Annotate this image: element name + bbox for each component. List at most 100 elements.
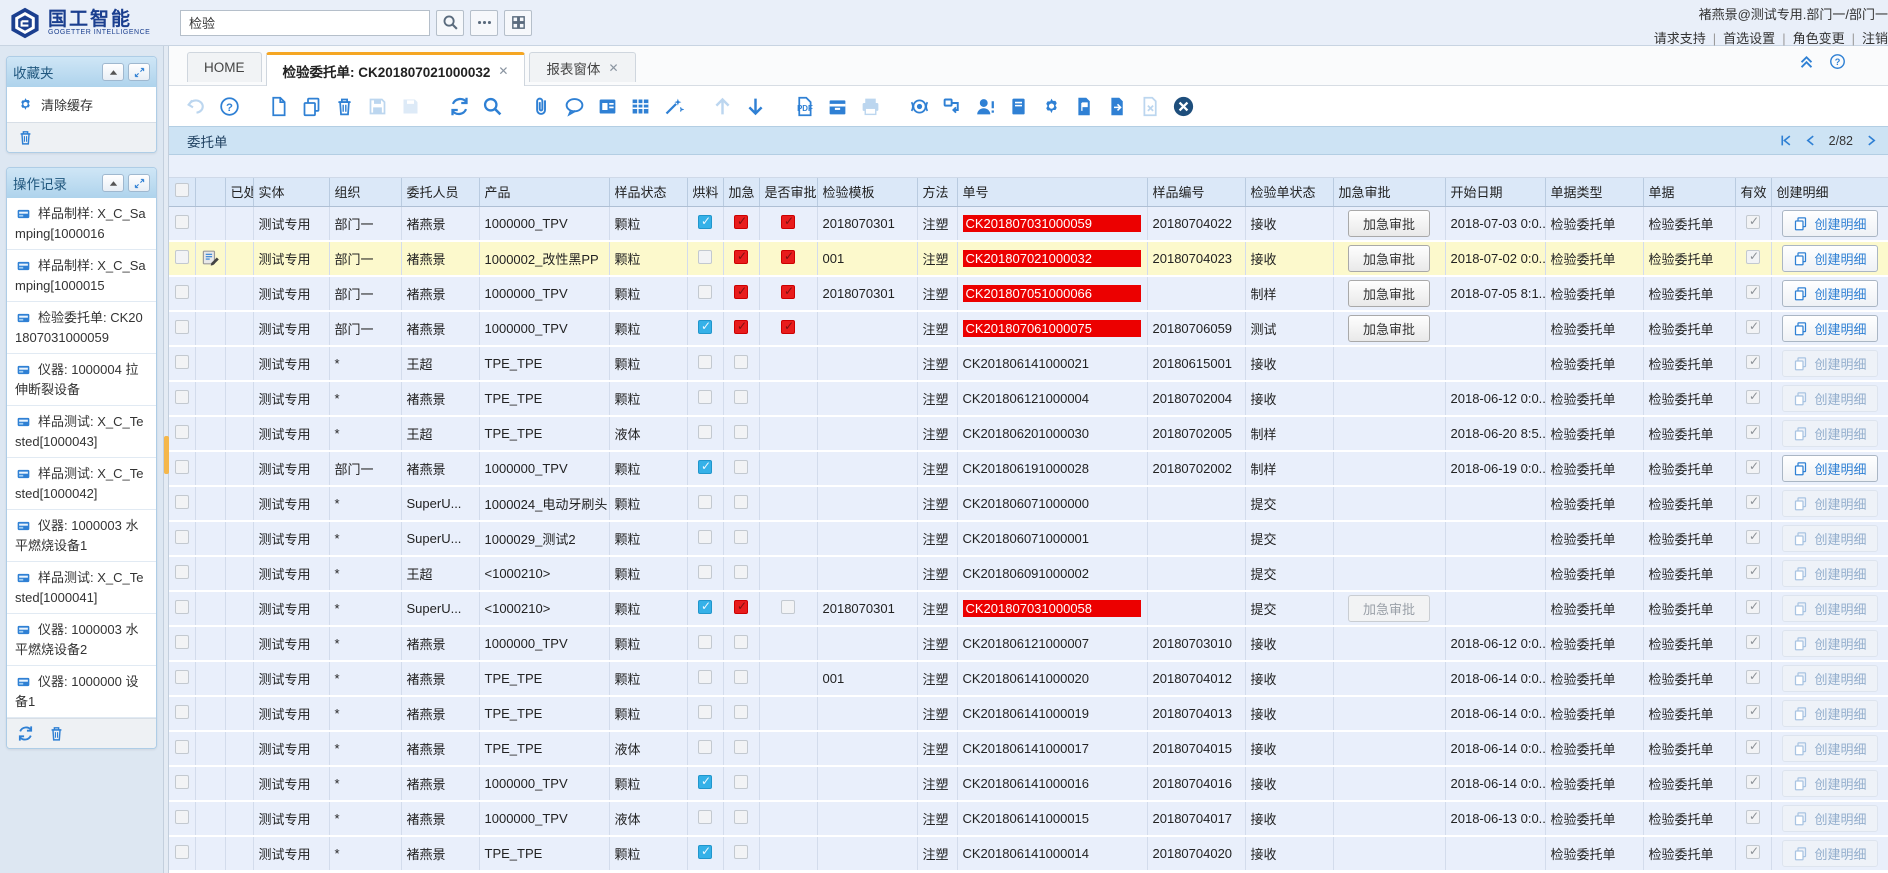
table-row[interactable]: 测试专用*SuperU...<1000210>颗粒2018070301注塑CK2… — [169, 591, 1888, 626]
history-expand-button[interactable] — [128, 174, 150, 192]
tab-inspection-order[interactable]: 检验委托单: CK201807021000032✕ — [266, 52, 526, 86]
column-header[interactable]: 是否审批 — [759, 178, 817, 206]
cell-checkbox[interactable] — [734, 320, 748, 334]
edit-document-icon[interactable] — [201, 255, 220, 270]
cell-checkbox[interactable] — [781, 250, 795, 264]
row-checkbox[interactable] — [175, 390, 189, 404]
column-header[interactable]: 加急 — [723, 178, 759, 206]
cell-checkbox[interactable] — [734, 285, 748, 299]
row-checkbox[interactable] — [175, 320, 189, 334]
doc-export-icon[interactable] — [1104, 93, 1130, 119]
row-checkbox[interactable] — [175, 530, 189, 544]
help-icon[interactable] — [1829, 53, 1846, 70]
row-checkbox[interactable] — [175, 740, 189, 754]
preferences-link[interactable]: 首选设置 — [1723, 31, 1775, 46]
valid-checkbox[interactable] — [1746, 705, 1760, 719]
tab-close-icon[interactable]: ✕ — [498, 64, 508, 78]
create-detail-button[interactable]: 创建明细 — [1782, 665, 1877, 692]
next-page-icon[interactable] — [1865, 134, 1878, 147]
create-detail-button[interactable]: 创建明细 — [1782, 805, 1877, 832]
search-button[interactable] — [436, 10, 464, 36]
create-detail-button[interactable]: 创建明细 — [1782, 595, 1877, 622]
create-detail-button[interactable]: 创建明细 — [1782, 350, 1877, 377]
create-detail-button[interactable]: 创建明细 — [1782, 280, 1877, 307]
create-detail-button[interactable]: 创建明细 — [1782, 525, 1877, 552]
card-view-icon[interactable] — [594, 93, 620, 119]
urgent-approve-button[interactable]: 加急审批 — [1348, 245, 1430, 272]
cell-checkbox[interactable] — [698, 215, 712, 229]
create-detail-button[interactable]: 创建明细 — [1782, 245, 1877, 272]
history-item[interactable]: 仪器: 1000003 水平燃烧设备2 — [7, 614, 156, 666]
delete-icon[interactable] — [331, 93, 357, 119]
cell-checkbox[interactable] — [698, 845, 712, 859]
cell-checkbox[interactable] — [781, 320, 795, 334]
more-options-button[interactable] — [470, 10, 498, 36]
row-checkbox[interactable] — [175, 600, 189, 614]
history-item[interactable]: 仪器: 1000004 拉伸断裂设备 — [7, 354, 156, 406]
cell-checkbox[interactable] — [698, 390, 712, 404]
table-row[interactable]: 测试专用*王超TPE_TPE颗粒注塑CK20180614100002120180… — [169, 346, 1888, 381]
doc-flag-icon[interactable] — [1071, 93, 1097, 119]
tab-close-icon[interactable]: ✕ — [608, 61, 618, 75]
table-row[interactable]: 测试专用*褚燕景TPE_TPE颗粒注塑CK2018061410000192018… — [169, 696, 1888, 731]
ledger-icon[interactable] — [1005, 93, 1031, 119]
logout-link[interactable]: 注销 — [1862, 31, 1888, 46]
row-checkbox[interactable] — [175, 670, 189, 684]
cell-checkbox[interactable] — [734, 845, 748, 859]
grid-view-icon[interactable] — [627, 93, 653, 119]
valid-checkbox[interactable] — [1746, 215, 1760, 229]
row-checkbox[interactable] — [175, 495, 189, 509]
cell-checkbox[interactable] — [734, 530, 748, 544]
row-checkbox[interactable] — [175, 775, 189, 789]
column-header[interactable]: 已处 — [225, 178, 253, 206]
workflow-icon[interactable] — [939, 93, 965, 119]
history-item[interactable]: 样品测试: X_C_Tested[1000041] — [7, 562, 156, 614]
clipped-edge-icon[interactable] — [1860, 52, 1874, 70]
cell-checkbox[interactable] — [734, 250, 748, 264]
favorites-expand-button[interactable] — [128, 63, 150, 81]
table-row[interactable]: 测试专用部门一褚燕景1000000_TPV颗粒2018070301注塑CK201… — [169, 206, 1888, 241]
history-item[interactable]: 样品制样: X_C_Samping[1000015 — [7, 250, 156, 302]
history-item[interactable]: 样品测试: X_C_Tested[1000043] — [7, 406, 156, 458]
history-item[interactable]: 检验委托单: CK201807031000059 — [7, 302, 156, 354]
cell-checkbox[interactable] — [734, 390, 748, 404]
table-row[interactable]: 测试专用*王超TPE_TPE液体注塑CK20180620100003020180… — [169, 416, 1888, 451]
cell-checkbox[interactable] — [698, 495, 712, 509]
table-row[interactable]: 测试专用*褚燕景TPE_TPE颗粒注塑CK2018061210000042018… — [169, 381, 1888, 416]
cell-checkbox[interactable] — [698, 775, 712, 789]
cell-checkbox[interactable] — [781, 285, 795, 299]
create-detail-button[interactable]: 创建明细 — [1782, 210, 1877, 237]
cell-checkbox[interactable] — [698, 285, 712, 299]
archive-icon[interactable] — [824, 93, 850, 119]
broadcast-icon[interactable] — [906, 93, 932, 119]
prev-page-icon[interactable] — [1804, 134, 1817, 147]
cell-checkbox[interactable] — [734, 355, 748, 369]
create-detail-button[interactable]: 创建明细 — [1782, 490, 1877, 517]
column-header[interactable]: 单据类型 — [1545, 178, 1643, 206]
row-checkbox[interactable] — [175, 705, 189, 719]
history-item[interactable]: 仪器: 1000000 设备1 — [7, 666, 156, 718]
cell-checkbox[interactable] — [698, 670, 712, 684]
comment-icon[interactable] — [561, 93, 587, 119]
cell-checkbox[interactable] — [698, 705, 712, 719]
column-header[interactable]: 样品编号 — [1147, 178, 1245, 206]
cell-checkbox[interactable] — [734, 775, 748, 789]
column-header[interactable]: 方法 — [917, 178, 957, 206]
urgent-approve-button[interactable]: 加急审批 — [1348, 210, 1430, 237]
cell-checkbox[interactable] — [781, 215, 795, 229]
search-icon[interactable] — [479, 93, 505, 119]
table-row[interactable]: 测试专用部门一褚燕景1000000_TPV颗粒注塑CK2018070610000… — [169, 311, 1888, 346]
table-row[interactable]: 测试专用*SuperU...1000029_测试2颗粒注塑CK201806071… — [169, 521, 1888, 556]
column-header[interactable]: 组织 — [329, 178, 401, 206]
column-header[interactable]: 单据 — [1643, 178, 1735, 206]
history-item[interactable]: 样品测试: X_C_Tested[1000042] — [7, 458, 156, 510]
new-document-icon[interactable] — [265, 93, 291, 119]
cell-checkbox[interactable] — [781, 600, 795, 614]
valid-checkbox[interactable] — [1746, 390, 1760, 404]
create-detail-button[interactable]: 创建明细 — [1782, 770, 1877, 797]
terminate-icon[interactable] — [1170, 93, 1196, 119]
favorites-trash-icon[interactable] — [17, 129, 34, 146]
valid-checkbox[interactable] — [1746, 565, 1760, 579]
table-row[interactable]: 测试专用*王超<1000210>颗粒注塑CK201806091000002提交检… — [169, 556, 1888, 591]
request-support-link[interactable]: 请求支持 — [1654, 31, 1706, 46]
